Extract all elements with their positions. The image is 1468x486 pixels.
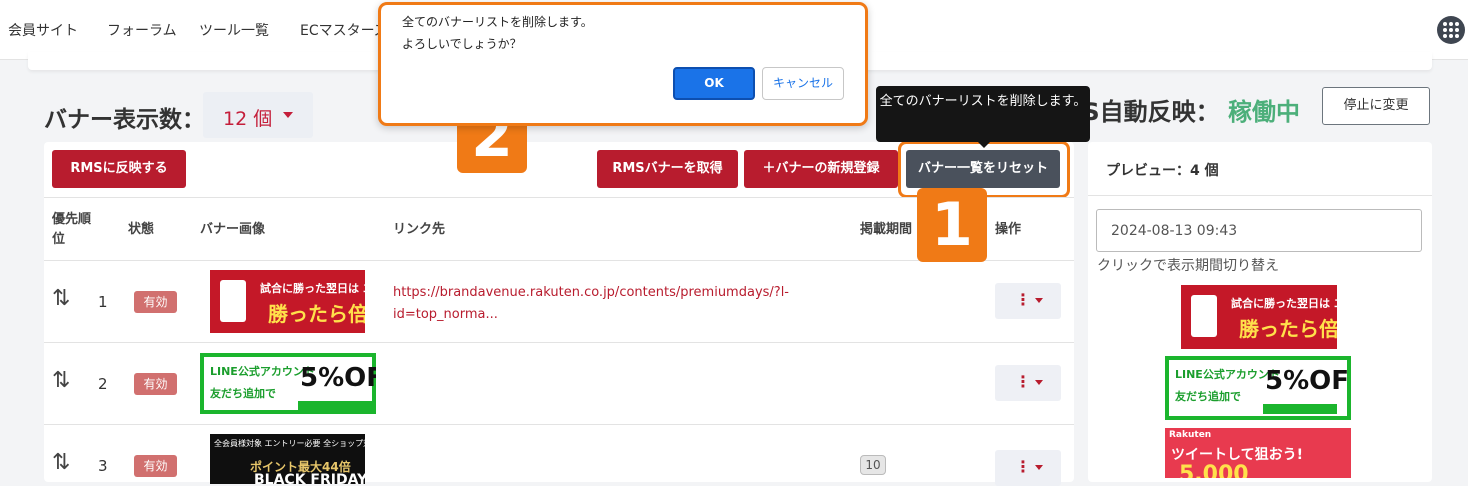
team-logo-icon bbox=[1191, 295, 1217, 337]
nav-tool-list[interactable]: ツール一覧 bbox=[199, 20, 269, 40]
banner-count-label: バナー表示数： bbox=[44, 107, 205, 133]
banner-image-2: LINE公式アカウント 友だち追加で 5%OFF bbox=[200, 353, 376, 414]
nav-member-site[interactable]: 会員サイト bbox=[8, 20, 78, 40]
dialog-question: よろしいでしょうか？ bbox=[402, 37, 522, 51]
divider bbox=[44, 342, 1074, 343]
actions-dropdown[interactable]: ⋮ bbox=[995, 283, 1061, 319]
caret-down-icon bbox=[283, 112, 293, 118]
banner-image-1: 試合に勝った翌日は エントリーでポイント 勝ったら倍 2倍 bbox=[210, 270, 365, 333]
col-period: 掲載期間 bbox=[860, 222, 913, 237]
col-link: リンク先 bbox=[393, 222, 446, 237]
add-banner-button[interactable]: ＋バナーの新規登録 bbox=[744, 150, 898, 188]
get-rms-banner-button[interactable]: RMSバナーを取得 bbox=[597, 150, 738, 188]
priority-value: 2 bbox=[98, 375, 108, 393]
divider bbox=[1088, 195, 1432, 196]
reset-tooltip: 全てのバナーリストを削除します。 bbox=[876, 86, 1090, 142]
grid-dots-icon[interactable] bbox=[1437, 16, 1465, 44]
actions-dropdown[interactable]: ⋮ bbox=[995, 365, 1061, 401]
team-logo-icon bbox=[220, 280, 246, 322]
actions-dropdown[interactable]: ⋮ bbox=[995, 450, 1061, 486]
priority-value: 3 bbox=[98, 457, 108, 475]
col-status: 状態 bbox=[128, 222, 155, 237]
preview-banner-2: LINE公式アカウント 友だち追加で 5%OFF bbox=[1165, 356, 1351, 420]
status-badge: 有効 bbox=[134, 455, 177, 477]
nav-ec-masters[interactable]: ECマスターズ bbox=[300, 20, 388, 40]
status-badge: 有効 bbox=[134, 291, 177, 313]
reorder-arrows-icon[interactable]: ⇅ bbox=[52, 450, 70, 475]
preview-banner-1: 試合に勝った翌日は エントリーでポイント 勝ったら倍 2倍 bbox=[1181, 285, 1337, 349]
preview-hint: クリックで表示期間切り替え bbox=[1097, 258, 1279, 274]
col-actions: 操作 bbox=[995, 222, 1022, 237]
priority-value: 1 bbox=[98, 293, 108, 311]
tooltip-arrow bbox=[978, 142, 990, 148]
nav-forum[interactable]: フォーラム bbox=[107, 20, 177, 40]
dialog-message: 全てのバナーリストを削除します。 bbox=[402, 15, 593, 29]
reorder-arrows-icon[interactable]: ⇅ bbox=[52, 286, 70, 311]
banner-image-3: 全会員様対象 エントリー必要 全ショップ対象 ポイント最大44倍 BLACK F… bbox=[210, 434, 365, 484]
rms-status-value: 稼働中 bbox=[1228, 98, 1300, 126]
kebab-icon: ⋮ bbox=[1015, 290, 1031, 309]
caret-down-icon bbox=[1035, 298, 1043, 303]
stop-button[interactable]: 停止に変更 bbox=[1322, 87, 1430, 125]
kebab-icon: ⋮ bbox=[1015, 457, 1031, 476]
caret-down-icon bbox=[1035, 380, 1043, 385]
status-badge: 有効 bbox=[134, 373, 177, 395]
ok-button[interactable]: OK bbox=[673, 67, 755, 100]
reflect-rms-button[interactable]: RMSに反映する bbox=[52, 150, 186, 188]
preview-date-input[interactable] bbox=[1096, 209, 1422, 252]
banner-link[interactable]: https://brandavenue.rakuten.co.jp/conten… bbox=[393, 282, 813, 326]
preview-title: プレビュー：4 個 bbox=[1106, 163, 1219, 179]
reorder-arrows-icon[interactable]: ⇅ bbox=[52, 368, 70, 393]
col-priority: 優先順位 bbox=[52, 212, 92, 247]
caret-down-icon bbox=[1035, 465, 1043, 470]
period-count-badge: 10 bbox=[860, 455, 886, 475]
divider bbox=[44, 424, 1074, 425]
banner-count-select[interactable]: 12 個 bbox=[203, 92, 313, 138]
col-banner-image: バナー画像 bbox=[200, 222, 266, 237]
banner-count-value: 12 個 bbox=[223, 108, 273, 130]
step-marker-1: 1 bbox=[917, 188, 987, 262]
preview-banner-3: Rakuten ツイートして狙おう! 5,000 bbox=[1165, 428, 1351, 478]
cancel-button[interactable]: キャンセル bbox=[762, 67, 844, 100]
kebab-icon: ⋮ bbox=[1015, 372, 1031, 391]
